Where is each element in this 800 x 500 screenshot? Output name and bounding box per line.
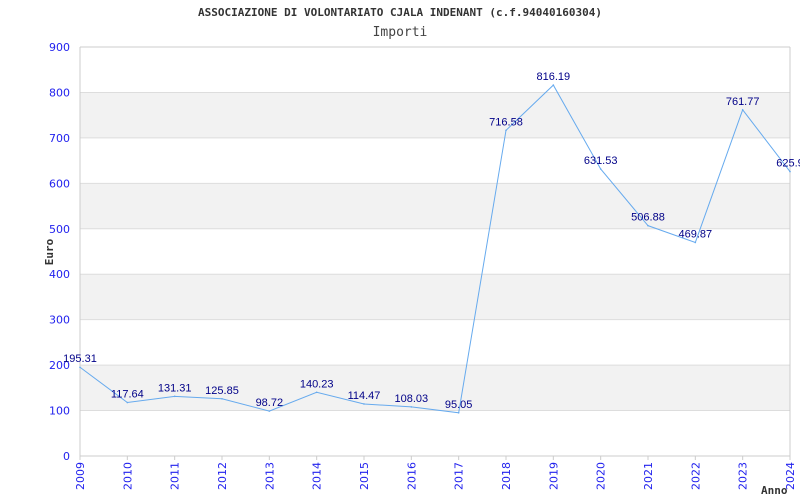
y-tick-label: 600 (49, 177, 70, 190)
x-tick-label: 2013 (263, 462, 276, 490)
x-tick-label: 2015 (358, 462, 371, 490)
y-tick-label: 900 (49, 41, 70, 54)
line-chart: 01002003004005006007008009002009 2010 2011… (43, 41, 800, 497)
data-point (315, 391, 318, 394)
x-tick-label: 2020 (595, 462, 608, 490)
data-point (457, 412, 460, 414)
data-point (221, 398, 223, 400)
data-label: 195.31 (63, 353, 97, 365)
grid-band (80, 92, 790, 138)
x-tick-label: 2017 (453, 462, 466, 490)
data-point (126, 401, 129, 404)
y-tick-label: 400 (49, 268, 70, 281)
data-point (410, 406, 413, 408)
x-tick-label: 2018 (500, 462, 513, 490)
data-point (79, 366, 81, 369)
y-tick-label: 800 (49, 86, 70, 99)
data-point (552, 84, 555, 86)
data-label: 816.19 (537, 71, 571, 83)
data-label: 131.31 (158, 382, 192, 394)
y-tick-label: 0 (63, 450, 70, 463)
y-tick-label: 700 (49, 132, 70, 145)
x-tick-label: 2019 (547, 462, 560, 490)
x-tick-label: 2009 (74, 462, 87, 490)
data-point (173, 395, 176, 398)
data-label: 98.72 (256, 397, 284, 409)
x-axis-label: Anno (761, 484, 788, 497)
y-tick-label: 300 (49, 314, 70, 327)
data-label: 469.87 (679, 228, 713, 240)
y-tick-label: 100 (49, 405, 70, 418)
data-label: 761.77 (726, 96, 760, 108)
data-point (741, 109, 744, 111)
data-label: 108.03 (395, 393, 429, 405)
data-label: 506.88 (631, 212, 665, 224)
data-label: 140.23 (300, 378, 334, 390)
grid-band (80, 183, 790, 229)
data-label: 117.64 (111, 389, 144, 401)
x-tick-label: 2016 (405, 462, 418, 490)
x-tick-label: 2012 (216, 462, 229, 490)
x-tick-label: 2014 (311, 462, 324, 490)
data-point (694, 241, 697, 244)
data-point (363, 403, 365, 405)
data-point (599, 168, 602, 170)
y-tick-label: 500 (49, 223, 70, 236)
data-label: 716.58 (489, 116, 523, 128)
grid-band (80, 274, 790, 320)
data-label: 631.53 (584, 155, 618, 167)
x-tick-label: 2023 (737, 462, 750, 490)
data-label: 625.9 (776, 158, 800, 170)
x-tick-label: 2021 (642, 462, 655, 490)
y-axis-label: Euro (43, 238, 56, 265)
data-label: 114.47 (348, 390, 381, 402)
x-tick-label: 2010 (121, 462, 134, 490)
data-point (268, 410, 271, 412)
data-point (789, 170, 791, 173)
x-tick-label: 2011 (169, 462, 182, 490)
data-point (505, 129, 507, 132)
data-label: 95.05 (445, 399, 473, 411)
data-point (647, 224, 649, 227)
x-tick-label: 2022 (689, 462, 702, 490)
data-label: 125.85 (205, 385, 239, 397)
